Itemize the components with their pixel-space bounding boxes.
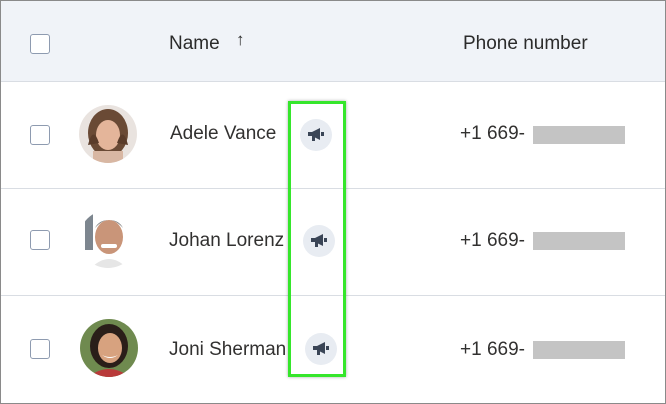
redacted-phone-digits [533,341,625,359]
phone-number: +1 669- [460,123,525,144]
person-avatar [79,105,137,163]
megaphone-icon[interactable] [300,119,332,151]
megaphone-icon[interactable] [303,225,335,257]
table-row[interactable]: Joni Sherman +1 669- [1,295,665,403]
table-row[interactable]: Adele Vance +1 669- [1,81,665,189]
row-checkbox[interactable] [30,125,50,145]
phone-number: +1 669- [460,339,525,360]
select-all-checkbox[interactable] [30,34,50,54]
phone-number: +1 669- [460,230,525,251]
redacted-phone-digits [533,232,625,250]
column-header-name[interactable]: Name [169,33,220,55]
table-header: Name ↑ Phone number [1,1,665,82]
person-avatar [80,319,138,377]
row-checkbox[interactable] [30,230,50,250]
column-header-phone[interactable]: Phone number [463,33,588,55]
contact-name[interactable]: Johan Lorenz [169,230,284,252]
row-checkbox[interactable] [30,339,50,359]
contact-name[interactable]: Adele Vance [170,123,276,145]
table-row[interactable]: Johan Lorenz +1 669- [1,188,665,295]
contacts-table: Name ↑ Phone number Adele Vance +1 669- [0,0,666,404]
redacted-phone-digits [533,126,625,144]
megaphone-icon[interactable] [305,333,337,365]
person-avatar [79,210,137,268]
contact-name[interactable]: Joni Sherman [169,339,286,361]
sort-ascending-icon[interactable]: ↑ [236,30,245,50]
